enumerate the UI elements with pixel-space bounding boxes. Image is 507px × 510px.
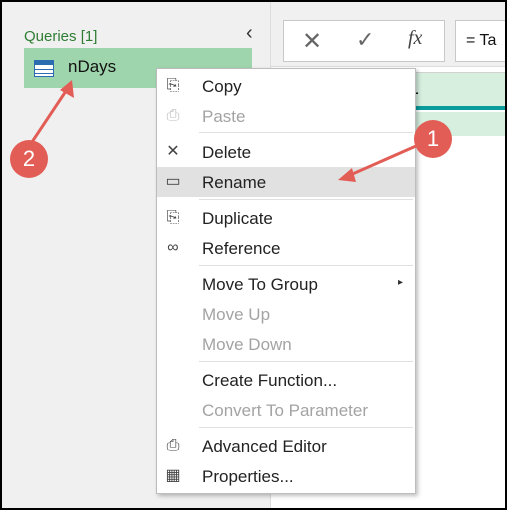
- arrow-2-line: [30, 87, 70, 143]
- annotation-arrows: [30, 80, 417, 182]
- annotation-badge-1: 1: [414, 120, 452, 158]
- arrow-1-head: [338, 168, 356, 182]
- arrow-1-line: [347, 144, 417, 178]
- window-frame: Queries [1] ‹ nDays ✕ ✓ fx = Ta n1 ⎘ Cop…: [0, 0, 507, 510]
- annotation-badge-2: 2: [10, 140, 48, 178]
